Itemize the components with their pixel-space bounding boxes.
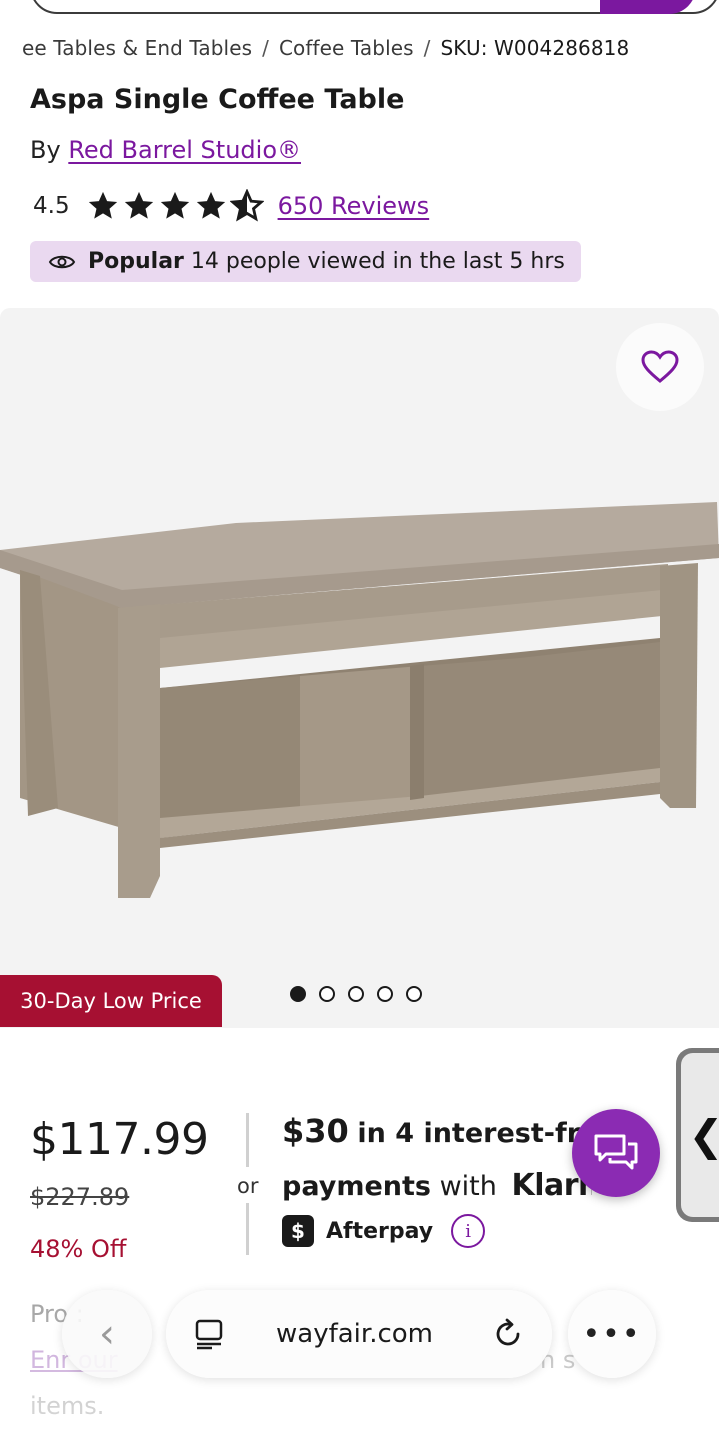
installment-text: in 4 interest-fr: [357, 1118, 581, 1149]
popular-badge: Popular 14 people viewed in the last 5 h…: [30, 241, 581, 282]
favorite-button[interactable]: [616, 323, 704, 411]
low-price-badge: 30-Day Low Price: [0, 975, 222, 1027]
address-bar[interactable]: wayfair.com: [166, 1290, 552, 1378]
sku-text: SKU: W004286818: [440, 36, 630, 60]
sale-price: $117.99: [30, 1114, 209, 1165]
coffee-table-image: [0, 502, 719, 898]
installment-line: $30 in 4 interest-fr: [282, 1112, 592, 1150]
klarna-line: payments with Klarna: [282, 1168, 592, 1203]
brand-byline: By Red Barrel Studio®: [30, 136, 301, 164]
pagination-dot[interactable]: [290, 986, 306, 1002]
popular-label: Popular: [88, 249, 184, 274]
half-star-icon: [229, 189, 264, 222]
breadcrumb-separator: /: [423, 36, 431, 60]
pagination-dot[interactable]: [348, 986, 364, 1002]
rating-value: 4.5: [33, 193, 70, 219]
afterpay-line: $ Afterpay i: [282, 1214, 486, 1248]
breadcrumb-item[interactable]: ee Tables & End Tables: [22, 36, 252, 60]
pagination-dot[interactable]: [406, 986, 422, 1002]
pagination-dot[interactable]: [377, 986, 393, 1002]
search-bar[interactable]: [30, 0, 719, 14]
product-title: Aspa Single Coffee Table: [30, 84, 405, 115]
rating-row: 4.5 650 Reviews: [33, 186, 429, 226]
star-icon: [196, 191, 225, 219]
pagination-dot[interactable]: [319, 986, 335, 1002]
url-text: wayfair.com: [276, 1319, 433, 1349]
side-panel-handle[interactable]: ❮: [676, 1048, 719, 1222]
reviews-link[interactable]: 650 Reviews: [278, 192, 430, 220]
or-label: or: [237, 1174, 259, 1198]
info-icon[interactable]: i: [451, 1214, 486, 1248]
promo-text-items: items.: [30, 1392, 105, 1420]
search-button[interactable]: [600, 0, 696, 14]
star-icon: [124, 191, 153, 219]
heart-icon: [641, 350, 679, 383]
eye-icon: [48, 255, 76, 268]
by-label: By: [30, 136, 61, 164]
afterpay-label: Afterpay: [326, 1218, 434, 1244]
breadcrumb: ee Tables & End Tables / Coffee Tables / SKU…: [22, 36, 719, 60]
breadcrumb-item[interactable]: Coffee Tables: [279, 36, 414, 60]
chat-button[interactable]: [572, 1109, 660, 1197]
tabs-icon[interactable]: [194, 1318, 224, 1350]
breadcrumb-separator: /: [262, 36, 269, 60]
brand-link[interactable]: Red Barrel Studio®: [68, 136, 301, 164]
discount-text: 48% Off: [30, 1235, 127, 1263]
product-image[interactable]: [0, 308, 719, 1028]
star-icon: [160, 191, 189, 219]
divider: [246, 1203, 249, 1255]
side-panel-chevron: ❮: [681, 1053, 719, 1217]
image-pagination: [290, 986, 422, 1002]
divider: [246, 1113, 249, 1167]
chat-icon: [594, 1134, 638, 1170]
reload-icon[interactable]: [492, 1318, 524, 1350]
star-rating: [86, 189, 264, 223]
star-icon: [88, 191, 117, 219]
with-word: with: [439, 1171, 497, 1202]
original-price: $227.89: [30, 1183, 130, 1211]
afterpay-icon: $: [282, 1215, 314, 1247]
installment-amount: $30: [282, 1112, 349, 1150]
popular-text: 14 people viewed in the last 5 hrs: [190, 249, 565, 274]
payments-word: payments: [282, 1171, 431, 1202]
more-options-button[interactable]: •••: [568, 1290, 656, 1378]
browser-back-button[interactable]: ‹: [62, 1290, 152, 1378]
